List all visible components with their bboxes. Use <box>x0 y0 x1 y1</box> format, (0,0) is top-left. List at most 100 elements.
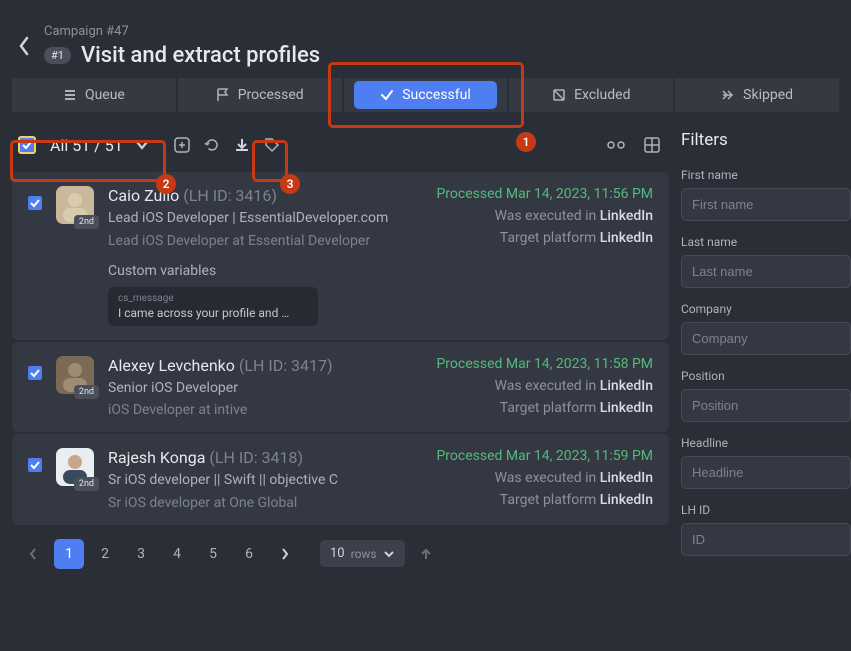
pager-prev[interactable] <box>18 539 48 569</box>
person-subtitle: Sr iOS developer || Swift || objective C <box>108 471 422 491</box>
tab-label: Processed <box>238 87 304 103</box>
tabs: Queue Processed Successful Excluded Skip… <box>0 78 851 112</box>
list-item[interactable]: 2nd Rajesh Konga (LH ID: 3418) Sr iOS de… <box>12 434 669 525</box>
filter-label: LH ID <box>681 503 851 517</box>
row-checkbox[interactable] <box>28 458 42 472</box>
tab-successful[interactable]: Successful <box>344 78 508 112</box>
tab-label: Successful <box>402 87 471 103</box>
filter-label: First name <box>681 168 851 182</box>
page-title: Visit and extract profiles <box>81 43 320 68</box>
tag-button[interactable] <box>261 134 283 156</box>
step-badge: #1 <box>44 47 71 64</box>
person-position: Sr iOS developer at One Global <box>108 495 422 511</box>
executed-label: Was executed in <box>495 470 600 486</box>
person-name: Alexey Levchenko <box>108 356 235 375</box>
target-label: Target platform <box>500 492 600 508</box>
executed-value: LinkedIn <box>600 378 653 394</box>
row-checkbox[interactable] <box>28 366 42 380</box>
processed-timestamp: Processed Mar 14, 2023, 11:59 PM <box>436 448 653 464</box>
chevron-down-icon <box>135 140 149 150</box>
tag-icon <box>263 136 281 154</box>
target-value: LinkedIn <box>600 492 653 508</box>
person-subtitle: Senior iOS Developer <box>108 379 422 399</box>
tab-label: Queue <box>85 87 125 103</box>
flag-icon <box>216 88 230 102</box>
add-icon <box>173 136 191 154</box>
person-subtitle: Lead iOS Developer | EssentialDeveloper.… <box>108 209 422 229</box>
list-item[interactable]: 2nd Alexey Levchenko (LH ID: 3417) Senio… <box>12 342 669 433</box>
check-icon <box>380 88 394 102</box>
person-position: Lead iOS Developer at Essential Develope… <box>108 233 422 249</box>
processed-timestamp: Processed Mar 14, 2023, 11:56 PM <box>436 186 653 202</box>
grid-icon <box>644 137 660 153</box>
lh-id: (LH ID: 3418) <box>209 448 303 467</box>
custom-variables-header: Custom variables <box>108 263 422 279</box>
tab-label: Skipped <box>743 87 793 103</box>
chevron-left-icon <box>28 547 38 561</box>
list-item[interactable]: 2nd Caio Zullo (LH ID: 3416) Lead iOS De… <box>12 172 669 340</box>
pager-page[interactable]: 4 <box>162 539 192 569</box>
row-checkbox[interactable] <box>28 196 42 210</box>
company-input[interactable] <box>681 322 851 355</box>
headline-input[interactable] <box>681 456 851 489</box>
lh-id-input[interactable] <box>681 523 851 556</box>
pager-page[interactable]: 5 <box>198 539 228 569</box>
first-name-input[interactable] <box>681 188 851 221</box>
download-button[interactable] <box>231 134 253 156</box>
refresh-button[interactable] <box>201 134 223 156</box>
degree-badge: 2nd <box>74 215 99 229</box>
pager-page[interactable]: 1 <box>54 539 84 569</box>
queue-icon <box>63 88 77 102</box>
filter-label: Last name <box>681 235 851 249</box>
skip-icon <box>721 88 735 102</box>
lh-id: (LH ID: 3416) <box>183 186 277 205</box>
campaign-label: Campaign #47 <box>44 24 320 39</box>
pager-page[interactable]: 3 <box>126 539 156 569</box>
avatar: 2nd <box>56 186 94 224</box>
chevron-right-icon <box>280 547 290 561</box>
pager-next[interactable] <box>270 539 300 569</box>
executed-label: Was executed in <box>495 208 600 224</box>
position-input[interactable] <box>681 389 851 422</box>
tab-skipped[interactable]: Skipped <box>675 78 839 112</box>
chevron-down-icon <box>383 549 395 559</box>
pager-page[interactable]: 2 <box>90 539 120 569</box>
arrow-up-icon <box>420 547 432 561</box>
view-mode-button[interactable] <box>605 134 627 156</box>
executed-value: LinkedIn <box>600 208 653 224</box>
variable-value: I came across your profile and … <box>118 306 308 320</box>
selection-dropdown[interactable] <box>135 140 149 150</box>
refresh-icon <box>203 136 221 154</box>
download-icon <box>233 136 251 154</box>
tab-processed[interactable]: Processed <box>178 78 342 112</box>
eyes-icon <box>606 138 626 152</box>
person-position: iOS Developer at intive <box>108 402 422 418</box>
grid-view-button[interactable] <box>641 134 663 156</box>
last-name-input[interactable] <box>681 255 851 288</box>
results-list: 2nd Caio Zullo (LH ID: 3416) Lead iOS De… <box>12 172 669 525</box>
executed-label: Was executed in <box>495 378 600 394</box>
filters-title: Filters <box>681 130 851 150</box>
degree-badge: 2nd <box>74 477 99 491</box>
selection-count: All 51 / 51 <box>50 136 123 155</box>
rows-count: 10 <box>330 546 345 561</box>
filter-label: Headline <box>681 436 851 450</box>
degree-badge: 2nd <box>74 385 99 399</box>
person-name: Caio Zullo <box>108 186 179 205</box>
processed-timestamp: Processed Mar 14, 2023, 11:58 PM <box>436 356 653 372</box>
variable-chip: cs_message I came across your profile an… <box>108 287 318 326</box>
scroll-top-button[interactable] <box>411 539 441 569</box>
target-label: Target platform <box>500 230 600 246</box>
excluded-icon <box>552 88 566 102</box>
back-button[interactable] <box>18 36 30 56</box>
tab-excluded[interactable]: Excluded <box>509 78 673 112</box>
add-button[interactable] <box>171 134 193 156</box>
filter-label: Position <box>681 369 851 383</box>
filters-panel: Filters First name Last name Company Pos… <box>681 112 851 583</box>
target-value: LinkedIn <box>600 230 653 246</box>
pager-page[interactable]: 6 <box>234 539 264 569</box>
rows-per-page[interactable]: 10 rows <box>320 540 405 567</box>
executed-value: LinkedIn <box>600 470 653 486</box>
tab-queue[interactable]: Queue <box>12 78 176 112</box>
select-all-checkbox[interactable] <box>18 136 36 154</box>
